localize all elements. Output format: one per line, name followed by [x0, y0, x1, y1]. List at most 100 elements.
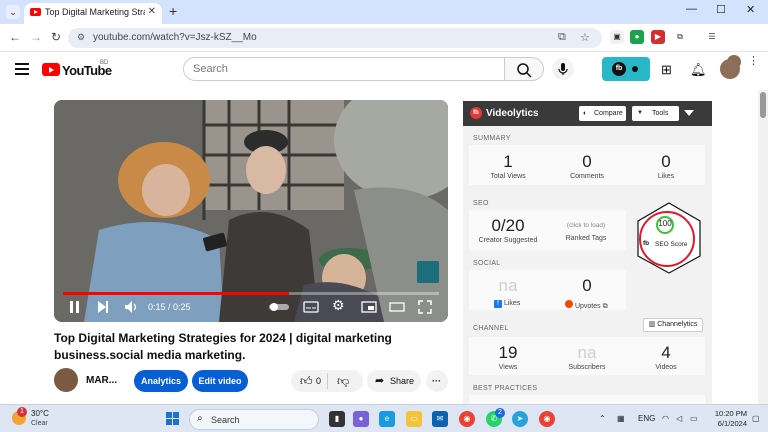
vidiq-logo-icon: fb: [612, 62, 626, 76]
ranked-tags-hint: (click to load): [566, 222, 606, 229]
channelytics-label: Channelytics: [657, 321, 698, 328]
extension-red-icon[interactable]: ▶: [651, 30, 665, 44]
more-dots-icon: ···: [432, 376, 441, 386]
channel-views: 19 Views: [478, 343, 538, 371]
chrome-profile-app-icon[interactable]: ◉: [539, 411, 555, 427]
reload-icon[interactable]: ↻: [51, 30, 61, 44]
taskbar-search-placeholder: Search: [211, 415, 240, 425]
video-frame: [54, 100, 448, 322]
search-button[interactable]: [504, 57, 544, 81]
pause-icon[interactable]: [68, 300, 82, 314]
autoplay-toggle-icon[interactable]: [268, 302, 290, 312]
url-field[interactable]: ⚙ youtube.com/watch?v=Jsz-kSZ__Mo ⧉ ☆: [68, 28, 602, 48]
status-dot-icon: [632, 66, 638, 72]
account-avatar[interactable]: [720, 59, 740, 79]
videolytics-header: fb Videolytics ◐ Compare ▼ Tools: [463, 101, 712, 126]
tab-search-button[interactable]: ⌄: [6, 5, 20, 19]
taskbar-search[interactable]: ⌕ Search: [189, 409, 319, 430]
subtitles-icon[interactable]: [303, 300, 319, 314]
new-tab-button[interactable]: +: [169, 3, 177, 19]
tools-button[interactable]: ▼ Tools: [632, 106, 679, 121]
compare-icon: ◐: [583, 110, 588, 117]
miniplayer-icon[interactable]: [361, 300, 377, 314]
channel-videos-value: 4: [661, 343, 671, 362]
reddit-upvotes-label: Upvotes: [574, 303, 601, 310]
notifications-icon[interactable]: ▢: [752, 414, 760, 423]
create-video-icon[interactable]: ⊞: [661, 62, 672, 78]
battery-icon[interactable]: ▭: [690, 414, 698, 423]
next-icon[interactable]: [96, 300, 110, 314]
youtube-favicon-icon: [30, 8, 41, 16]
hamburger-menu-icon[interactable]: [15, 63, 29, 78]
forward-icon[interactable]: →: [30, 30, 42, 44]
more-actions-button[interactable]: ···: [426, 370, 448, 392]
settings-gear-icon[interactable]: ⚙: [332, 297, 345, 314]
taskbar-clock[interactable]: 10:20 PM 6/1/2024: [707, 409, 747, 429]
telegram-app-icon[interactable]: ➤: [512, 411, 528, 427]
channel-name[interactable]: MAR...: [86, 375, 117, 386]
dislike-thumb-icon[interactable]: 👎︎: [337, 370, 349, 392]
voice-search-button[interactable]: [552, 58, 574, 80]
share-button[interactable]: ➦ Share: [367, 370, 421, 392]
analytics-button[interactable]: Analytics: [134, 370, 188, 392]
search-input[interactable]: Search: [183, 57, 505, 81]
reddit-upvotes-row[interactable]: Upvotes ⧉: [565, 300, 608, 311]
videolytics-toggle-button[interactable]: fb: [602, 57, 650, 81]
channel-videos: 4 Videos: [636, 343, 696, 371]
extension-puzzle-icon[interactable]: ▣: [610, 30, 624, 44]
channel-avatar[interactable]: [54, 368, 78, 392]
bookmark-star-icon[interactable]: ☆: [580, 31, 590, 44]
scrollbar-thumb[interactable]: [760, 92, 766, 118]
progress-bar[interactable]: [63, 292, 439, 295]
volume-tray-icon[interactable]: ◁: [676, 414, 682, 423]
like-dislike-group: 👍︎ 0 👎︎: [291, 370, 363, 392]
task-view-icon[interactable]: ▮: [329, 411, 345, 427]
browser-tab[interactable]: Top Digital Marketing Strategie ✕: [24, 3, 162, 24]
compare-button[interactable]: ◐ Compare: [579, 106, 626, 121]
edge-app-icon[interactable]: e: [379, 411, 395, 427]
input-language[interactable]: ENG: [638, 414, 655, 423]
like-thumb-icon[interactable]: 👍︎: [300, 370, 313, 392]
ranked-tags-label: Ranked Tags: [565, 235, 607, 242]
page-scrollbar[interactable]: [758, 90, 768, 404]
creator-suggested-label: Creator Suggested: [478, 237, 538, 244]
tray-chevron-up-icon[interactable]: ⌃: [599, 414, 606, 423]
weather-alert-badge: 1: [17, 407, 27, 417]
extension-green-icon[interactable]: ●: [630, 30, 644, 44]
summary-comments: 0 Comments: [557, 152, 617, 180]
chrome-app-icon[interactable]: ◉: [459, 411, 475, 427]
channel-watermark-icon[interactable]: [417, 261, 439, 283]
close-window-icon[interactable]: ✕: [746, 3, 755, 16]
site-info-icon[interactable]: ⚙: [77, 32, 85, 43]
compare-label: Compare: [594, 110, 623, 117]
video-player[interactable]: 0:15 / 0:25 ⚙: [54, 100, 448, 322]
likes-label: Likes: [657, 173, 675, 180]
reddit-upvotes-value: 0: [582, 276, 592, 295]
weather-temperature[interactable]: 30°C: [31, 409, 49, 418]
minimize-icon[interactable]: —: [686, 3, 697, 15]
fullscreen-icon[interactable]: [418, 300, 432, 314]
install-icon[interactable]: ⧉: [558, 31, 566, 44]
youtube-logo-icon[interactable]: [42, 63, 60, 76]
mail-app-icon[interactable]: ✉: [432, 411, 448, 427]
copilot-app-icon[interactable]: ●: [353, 411, 369, 427]
wifi-icon[interactable]: ◠: [662, 414, 669, 423]
file-explorer-icon[interactable]: ▭: [406, 411, 422, 427]
edit-video-button[interactable]: Edit video: [192, 370, 248, 392]
extensions-menu-icon[interactable]: ⧉: [673, 30, 687, 44]
comments-value: 0: [582, 152, 592, 171]
reading-list-icon[interactable]: ☰: [705, 30, 719, 44]
seo-score-badge[interactable]: [633, 202, 705, 274]
tab-close-icon[interactable]: ✕: [148, 6, 156, 17]
volume-icon[interactable]: [124, 300, 140, 314]
tray-app-icon[interactable]: ▦: [617, 414, 625, 423]
notifications-bell-icon[interactable]: 🔔︎: [690, 62, 707, 78]
browser-tab-bar: ⌄ Top Digital Marketing Strategie ✕ + — …: [0, 0, 768, 24]
collapse-panel-icon[interactable]: [684, 110, 694, 117]
maximize-icon[interactable]: ☐: [716, 3, 726, 16]
channelytics-button[interactable]: ▥ Channelytics: [643, 318, 703, 332]
theater-mode-icon[interactable]: [389, 300, 405, 314]
back-icon[interactable]: ←: [9, 30, 21, 44]
seo-ranked-tags[interactable]: (click to load) Ranked Tags: [553, 222, 619, 242]
windows-start-icon[interactable]: [166, 412, 180, 426]
